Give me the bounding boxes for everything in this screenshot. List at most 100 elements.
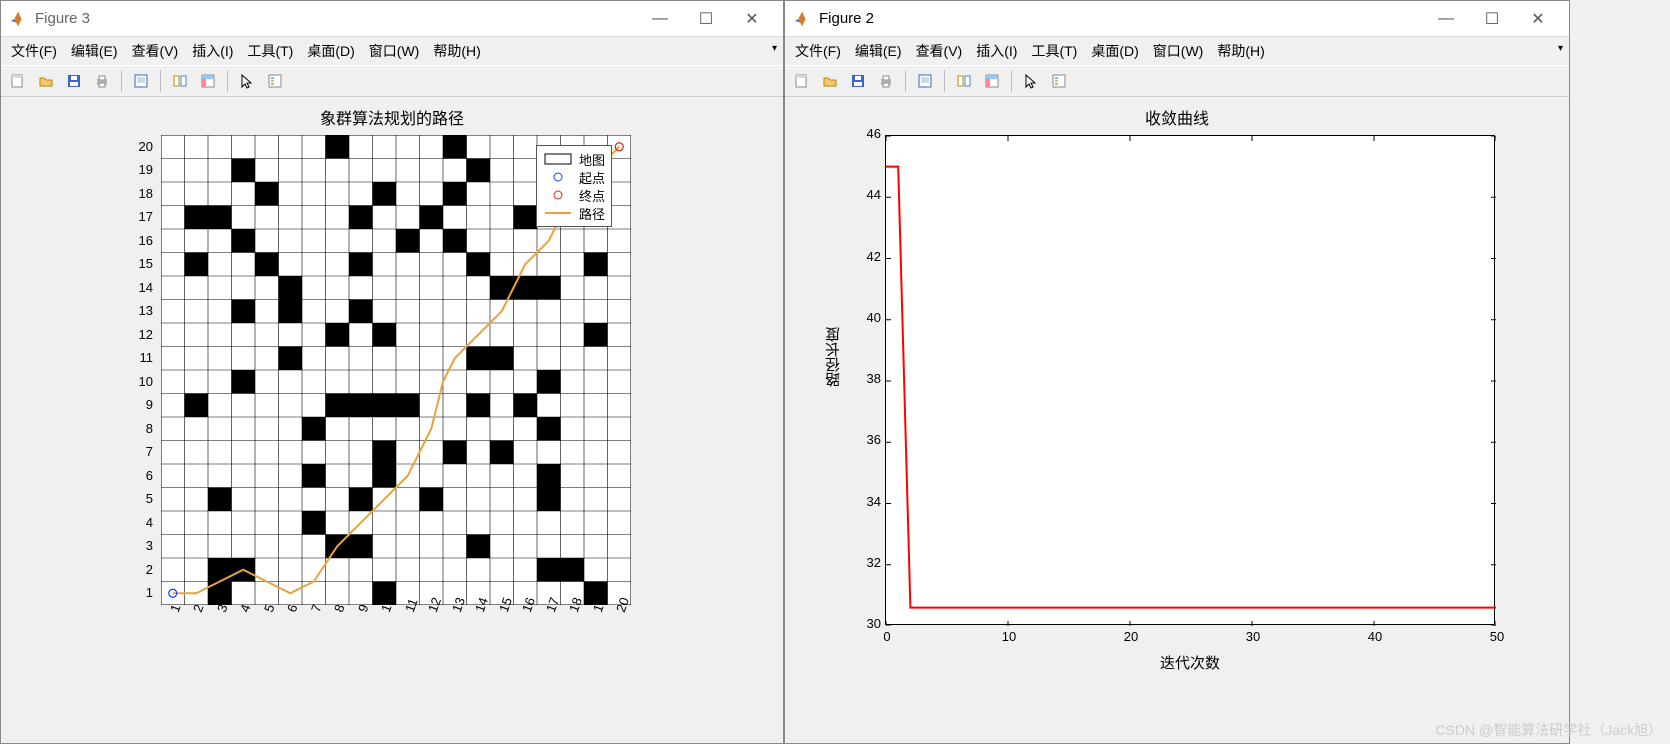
open-button[interactable] — [817, 68, 843, 94]
print-preview-button[interactable] — [912, 68, 938, 94]
x-tick: 10 — [997, 629, 1021, 644]
menu-insert[interactable]: 插入(I) — [976, 41, 1017, 61]
save-button[interactable] — [845, 68, 871, 94]
menu-file[interactable]: 文件(F) — [795, 41, 841, 61]
menubar-fig2: 文件(F) 编辑(E) 查看(V) 插入(I) 工具(T) 桌面(D) 窗口(W… — [785, 37, 1569, 65]
window-title: Figure 2 — [819, 10, 1423, 27]
menu-overflow-icon[interactable]: ▾ — [772, 43, 777, 54]
menu-tools[interactable]: 工具(T) — [1031, 41, 1077, 61]
menu-edit[interactable]: 编辑(E) — [71, 41, 118, 61]
y-tick: 46 — [855, 126, 881, 141]
colorbar-button[interactable] — [979, 68, 1005, 94]
x-tick: 40 — [1363, 629, 1387, 644]
ylabel-fig2: 路径长度 — [823, 327, 844, 387]
y-tick: 15 — [123, 256, 153, 271]
plot-area-fig3: 象群算法规划的路径 地图 起点 终点 路径 123456789101112131… — [1, 97, 783, 743]
x-tick: 0 — [875, 629, 899, 644]
menu-desktop[interactable]: 桌面(D) — [1091, 41, 1138, 61]
window-title: Figure 3 — [35, 10, 637, 27]
y-tick: 9 — [123, 397, 153, 412]
menu-view[interactable]: 查看(V) — [916, 41, 963, 61]
chart-title-fig3: 象群算法规划的路径 — [1, 105, 783, 129]
print-preview-button[interactable] — [128, 68, 154, 94]
legend-goal: 终点 — [579, 186, 605, 205]
insert-legend-button[interactable] — [262, 68, 288, 94]
menu-file[interactable]: 文件(F) — [11, 41, 57, 61]
titlebar-fig2[interactable]: Figure 2 — ☐ ✕ — [785, 1, 1569, 37]
close-button[interactable]: ✕ — [729, 4, 775, 34]
toolbar-fig2 — [785, 65, 1569, 97]
y-tick: 13 — [123, 303, 153, 318]
menu-help[interactable]: 帮助(H) — [1217, 41, 1264, 61]
y-tick: 3 — [123, 538, 153, 553]
menu-overflow-icon[interactable]: ▾ — [1558, 43, 1563, 54]
save-button[interactable] — [61, 68, 87, 94]
menu-tools[interactable]: 工具(T) — [247, 41, 293, 61]
y-tick: 38 — [855, 371, 881, 386]
legend-fig3[interactable]: 地图 起点 终点 路径 — [536, 145, 612, 227]
y-tick: 36 — [855, 432, 881, 447]
link-button[interactable] — [951, 68, 977, 94]
matlab-logo-icon — [9, 10, 27, 28]
y-tick: 7 — [123, 444, 153, 459]
pointer-button[interactable] — [234, 68, 260, 94]
y-tick: 2 — [123, 562, 153, 577]
plot-area-fig2: 收敛曲线 路径长度 迭代次数 3032343638404244460102030… — [785, 97, 1569, 743]
y-tick: 18 — [123, 186, 153, 201]
print-button[interactable] — [873, 68, 899, 94]
y-tick: 5 — [123, 491, 153, 506]
matlab-logo-icon — [793, 10, 811, 28]
pointer-button[interactable] — [1018, 68, 1044, 94]
titlebar-fig3[interactable]: Figure 3 — ☐ ✕ — [1, 1, 783, 37]
toolbar-fig3 — [1, 65, 783, 97]
menu-window[interactable]: 窗口(W) — [369, 41, 420, 61]
insert-legend-button[interactable] — [1046, 68, 1072, 94]
figure-2-window: Figure 2 — ☐ ✕ 文件(F) 编辑(E) 查看(V) 插入(I) 工… — [784, 0, 1570, 744]
maximize-button[interactable]: ☐ — [683, 4, 729, 34]
minimize-button[interactable]: — — [637, 4, 683, 34]
legend-map: 地图 — [579, 150, 605, 169]
link-button[interactable] — [167, 68, 193, 94]
x-tick: 30 — [1241, 629, 1265, 644]
legend-path: 路径 — [579, 204, 605, 223]
colorbar-button[interactable] — [195, 68, 221, 94]
menu-view[interactable]: 查看(V) — [132, 41, 179, 61]
y-tick: 10 — [123, 374, 153, 389]
figure-3-window: Figure 3 — ☐ ✕ 文件(F) 编辑(E) 查看(V) 插入(I) 工… — [0, 0, 784, 744]
new-figure-button[interactable] — [5, 68, 31, 94]
y-tick: 11 — [123, 350, 153, 365]
y-tick: 32 — [855, 555, 881, 570]
print-button[interactable] — [89, 68, 115, 94]
menu-help[interactable]: 帮助(H) — [433, 41, 480, 61]
convergence-axes — [885, 135, 1495, 625]
xlabel-fig2: 迭代次数 — [885, 652, 1495, 673]
maximize-button[interactable]: ☐ — [1469, 4, 1515, 34]
y-tick: 19 — [123, 162, 153, 177]
new-figure-button[interactable] — [789, 68, 815, 94]
y-tick: 42 — [855, 249, 881, 264]
legend-start: 起点 — [579, 168, 605, 187]
y-tick: 40 — [855, 310, 881, 325]
menu-desktop[interactable]: 桌面(D) — [307, 41, 354, 61]
menu-edit[interactable]: 编辑(E) — [855, 41, 902, 61]
y-tick: 4 — [123, 515, 153, 530]
y-tick: 16 — [123, 233, 153, 248]
x-tick: 20 — [1119, 629, 1143, 644]
close-button[interactable]: ✕ — [1515, 4, 1561, 34]
y-tick: 14 — [123, 280, 153, 295]
minimize-button[interactable]: — — [1423, 4, 1469, 34]
y-tick: 20 — [123, 139, 153, 154]
y-tick: 12 — [123, 327, 153, 342]
y-tick: 17 — [123, 209, 153, 224]
y-tick: 44 — [855, 187, 881, 202]
menu-window[interactable]: 窗口(W) — [1153, 41, 1204, 61]
x-tick: 50 — [1485, 629, 1509, 644]
chart-title-fig2: 收敛曲线 — [785, 105, 1569, 129]
convergence-svg — [886, 136, 1496, 626]
watermark: CSDN @智能算法研学社（Jack旭） — [1435, 720, 1662, 740]
menubar-fig3: 文件(F) 编辑(E) 查看(V) 插入(I) 工具(T) 桌面(D) 窗口(W… — [1, 37, 783, 65]
y-tick: 34 — [855, 494, 881, 509]
y-tick: 1 — [123, 585, 153, 600]
menu-insert[interactable]: 插入(I) — [192, 41, 233, 61]
open-button[interactable] — [33, 68, 59, 94]
